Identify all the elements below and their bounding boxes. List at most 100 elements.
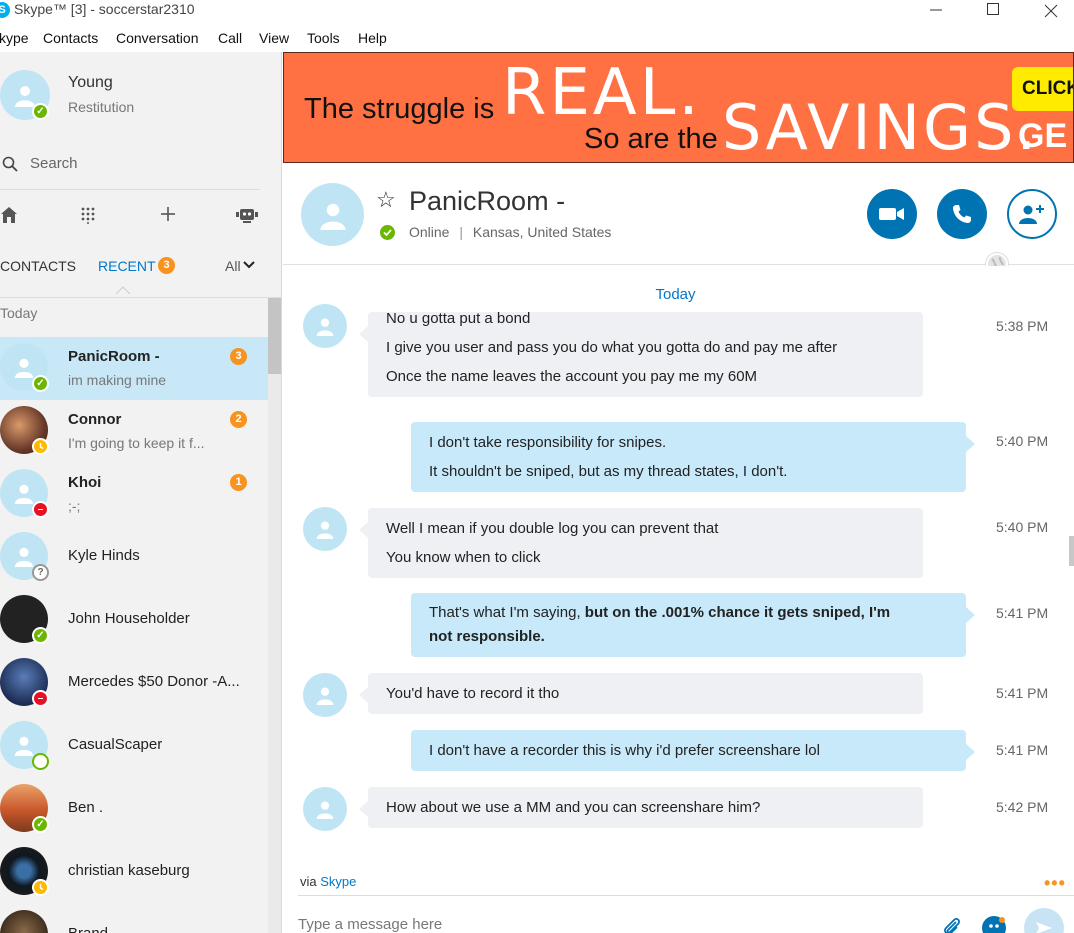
bot-icon[interactable] [236, 206, 258, 224]
person-icon [15, 86, 35, 107]
status-separator: | [459, 224, 463, 240]
message-bubble-outgoing[interactable]: I don't have a recorder this is why i'd … [411, 730, 975, 771]
person-icon [316, 801, 334, 819]
sender-avatar[interactable] [303, 304, 347, 348]
contact-name: Khoi [68, 474, 102, 491]
contact-name: Connor [68, 411, 122, 428]
message-time: 5:41 PM [996, 742, 1049, 758]
ad-text-line2: So are the [584, 123, 718, 155]
message-text-bold: but on the .001% chance it gets sniped, … [584, 604, 891, 621]
profile-mood[interactable]: Restitution [68, 99, 134, 115]
emoticon-icon[interactable] [982, 916, 1006, 933]
message-line: No u gotta put a bond [386, 310, 531, 327]
menu-tools[interactable]: Tools [307, 30, 340, 46]
day-divider: Today [655, 286, 696, 303]
filter-dropdown[interactable]: All [225, 258, 241, 274]
contact-last-message: im making mine [68, 372, 167, 388]
minimize-button[interactable] [913, 0, 959, 26]
sidebar-scrollbar[interactable] [268, 298, 281, 933]
profile-avatar[interactable]: ✓ [0, 70, 50, 120]
contact-name: PanicRoom - [68, 348, 160, 365]
contact-avatar[interactable] [0, 910, 48, 933]
sender-avatar[interactable] [303, 787, 347, 831]
add-icon[interactable] [160, 206, 176, 222]
search-input[interactable]: Search [30, 155, 78, 172]
message-line: You'd have to record it tho [386, 685, 560, 702]
unread-count-badge: 3 [230, 348, 247, 365]
conversation-avatar[interactable] [301, 183, 364, 246]
search-icon [2, 156, 18, 172]
conversation-status: Online | Kansas, United States [409, 224, 611, 240]
maximize-icon [987, 3, 999, 15]
via-text: via [300, 874, 317, 889]
ad-banner[interactable]: The struggle is REAL. So are the SAVINGS… [283, 52, 1074, 163]
tab-recent[interactable]: RECENT [98, 258, 156, 274]
message-bubble-incoming[interactable]: No u gotta put a bond I give you user an… [359, 310, 923, 397]
sender-avatar[interactable] [303, 507, 347, 551]
message-bubble-outgoing[interactable]: I don't take responsibility for snipes. … [411, 422, 975, 492]
menu-skype[interactable]: kype [0, 30, 29, 46]
tab-contacts[interactable]: CONTACTS [0, 258, 76, 274]
message-scrollbar-thumb[interactable] [1069, 536, 1074, 566]
message-bubble-incoming[interactable]: Well I mean if you double log you can pr… [359, 508, 923, 578]
contact-tabs: CONTACTS RECENT 3 All [0, 256, 281, 280]
message-bubble-outgoing[interactable]: That's what I'm saying, but on the .001%… [411, 593, 975, 657]
contact-list-item[interactable]: ✓ PanicRoom - im making mine 3 [0, 337, 268, 400]
message-line: I don't have a recorder this is why i'd … [429, 742, 820, 759]
message-input[interactable] [298, 912, 918, 933]
contact-name: Mercedes $50 Donor -A... [68, 673, 240, 690]
ad-click-button[interactable]: CLICK [1012, 67, 1073, 111]
conversation-title[interactable]: PanicRoom - [409, 186, 565, 217]
contact-list-item[interactable]: ? Kyle Hinds [0, 526, 268, 589]
menu-view[interactable]: View [259, 30, 289, 46]
add-people-button[interactable] [1007, 189, 1057, 239]
via-skype-link[interactable]: Skype [320, 874, 356, 889]
contact-list-item[interactable]: ✓ Ben . [0, 778, 268, 841]
person-icon [316, 687, 334, 705]
contact-list-item[interactable]: – Mercedes $50 Donor -A... [0, 652, 268, 715]
message-line: It shouldn't be sniped, but as my thread… [429, 463, 788, 480]
online-status-icon: ✓ [32, 375, 49, 392]
contact-list-item[interactable]: christian kaseburg [0, 841, 268, 904]
favorite-star-icon[interactable]: ☆ [376, 187, 396, 213]
sidebar-scrollbar-thumb[interactable] [268, 298, 281, 374]
chevron-down-icon[interactable] [243, 260, 255, 270]
online-status-icon: ✓ [32, 816, 49, 833]
message-area[interactable]: Today No u gotta put a bond I give you u… [283, 266, 1074, 862]
profile-name[interactable]: Young [68, 74, 113, 92]
contact-name: Brand... [68, 925, 121, 933]
contact-list-item[interactable]: Connor I'm going to keep it f... 2 [0, 400, 268, 463]
menu-call[interactable]: Call [218, 30, 242, 46]
contact-list-item[interactable]: – Khoi ;-; 1 [0, 463, 268, 526]
search-box[interactable]: Search [0, 150, 260, 190]
close-button[interactable] [1028, 0, 1074, 26]
menu-conversation[interactable]: Conversation [116, 30, 199, 46]
contact-last-message: ;-; [68, 498, 81, 514]
contact-list-item[interactable]: Brand... [0, 904, 268, 933]
section-header-today: Today [0, 297, 281, 337]
message-time: 5:40 PM [996, 519, 1049, 535]
menu-help[interactable]: Help [358, 30, 387, 46]
contact-list-item[interactable]: ✓ John Householder [0, 589, 268, 652]
input-divider [298, 895, 1074, 896]
menu-contacts[interactable]: Contacts [43, 30, 98, 46]
paperclip-icon[interactable] [942, 916, 962, 933]
sender-avatar[interactable] [303, 673, 347, 717]
message-bubble-incoming[interactable]: You'd have to record it tho [359, 673, 923, 714]
via-label: via Skype [300, 874, 356, 889]
offline-status-icon [32, 753, 49, 770]
message-time: 5:42 PM [996, 799, 1049, 815]
location-text: Kansas, United States [472, 224, 612, 240]
maximize-button[interactable] [970, 0, 1016, 26]
skype-logo-icon: S [0, 2, 10, 18]
dialpad-icon[interactable] [80, 206, 96, 224]
window-title: Skype™ [3] - soccerstar2310 [14, 1, 195, 17]
contact-list-item[interactable]: CasualScaper [0, 715, 268, 778]
message-bubble-incoming[interactable]: How about we use a MM and you can screen… [359, 787, 923, 828]
audio-call-button[interactable] [937, 189, 987, 239]
contact-name: christian kaseburg [68, 862, 190, 879]
send-button[interactable] [1024, 908, 1064, 933]
video-call-button[interactable] [867, 189, 917, 239]
more-options-icon[interactable]: ••• [1044, 873, 1066, 894]
home-icon[interactable] [0, 206, 18, 224]
